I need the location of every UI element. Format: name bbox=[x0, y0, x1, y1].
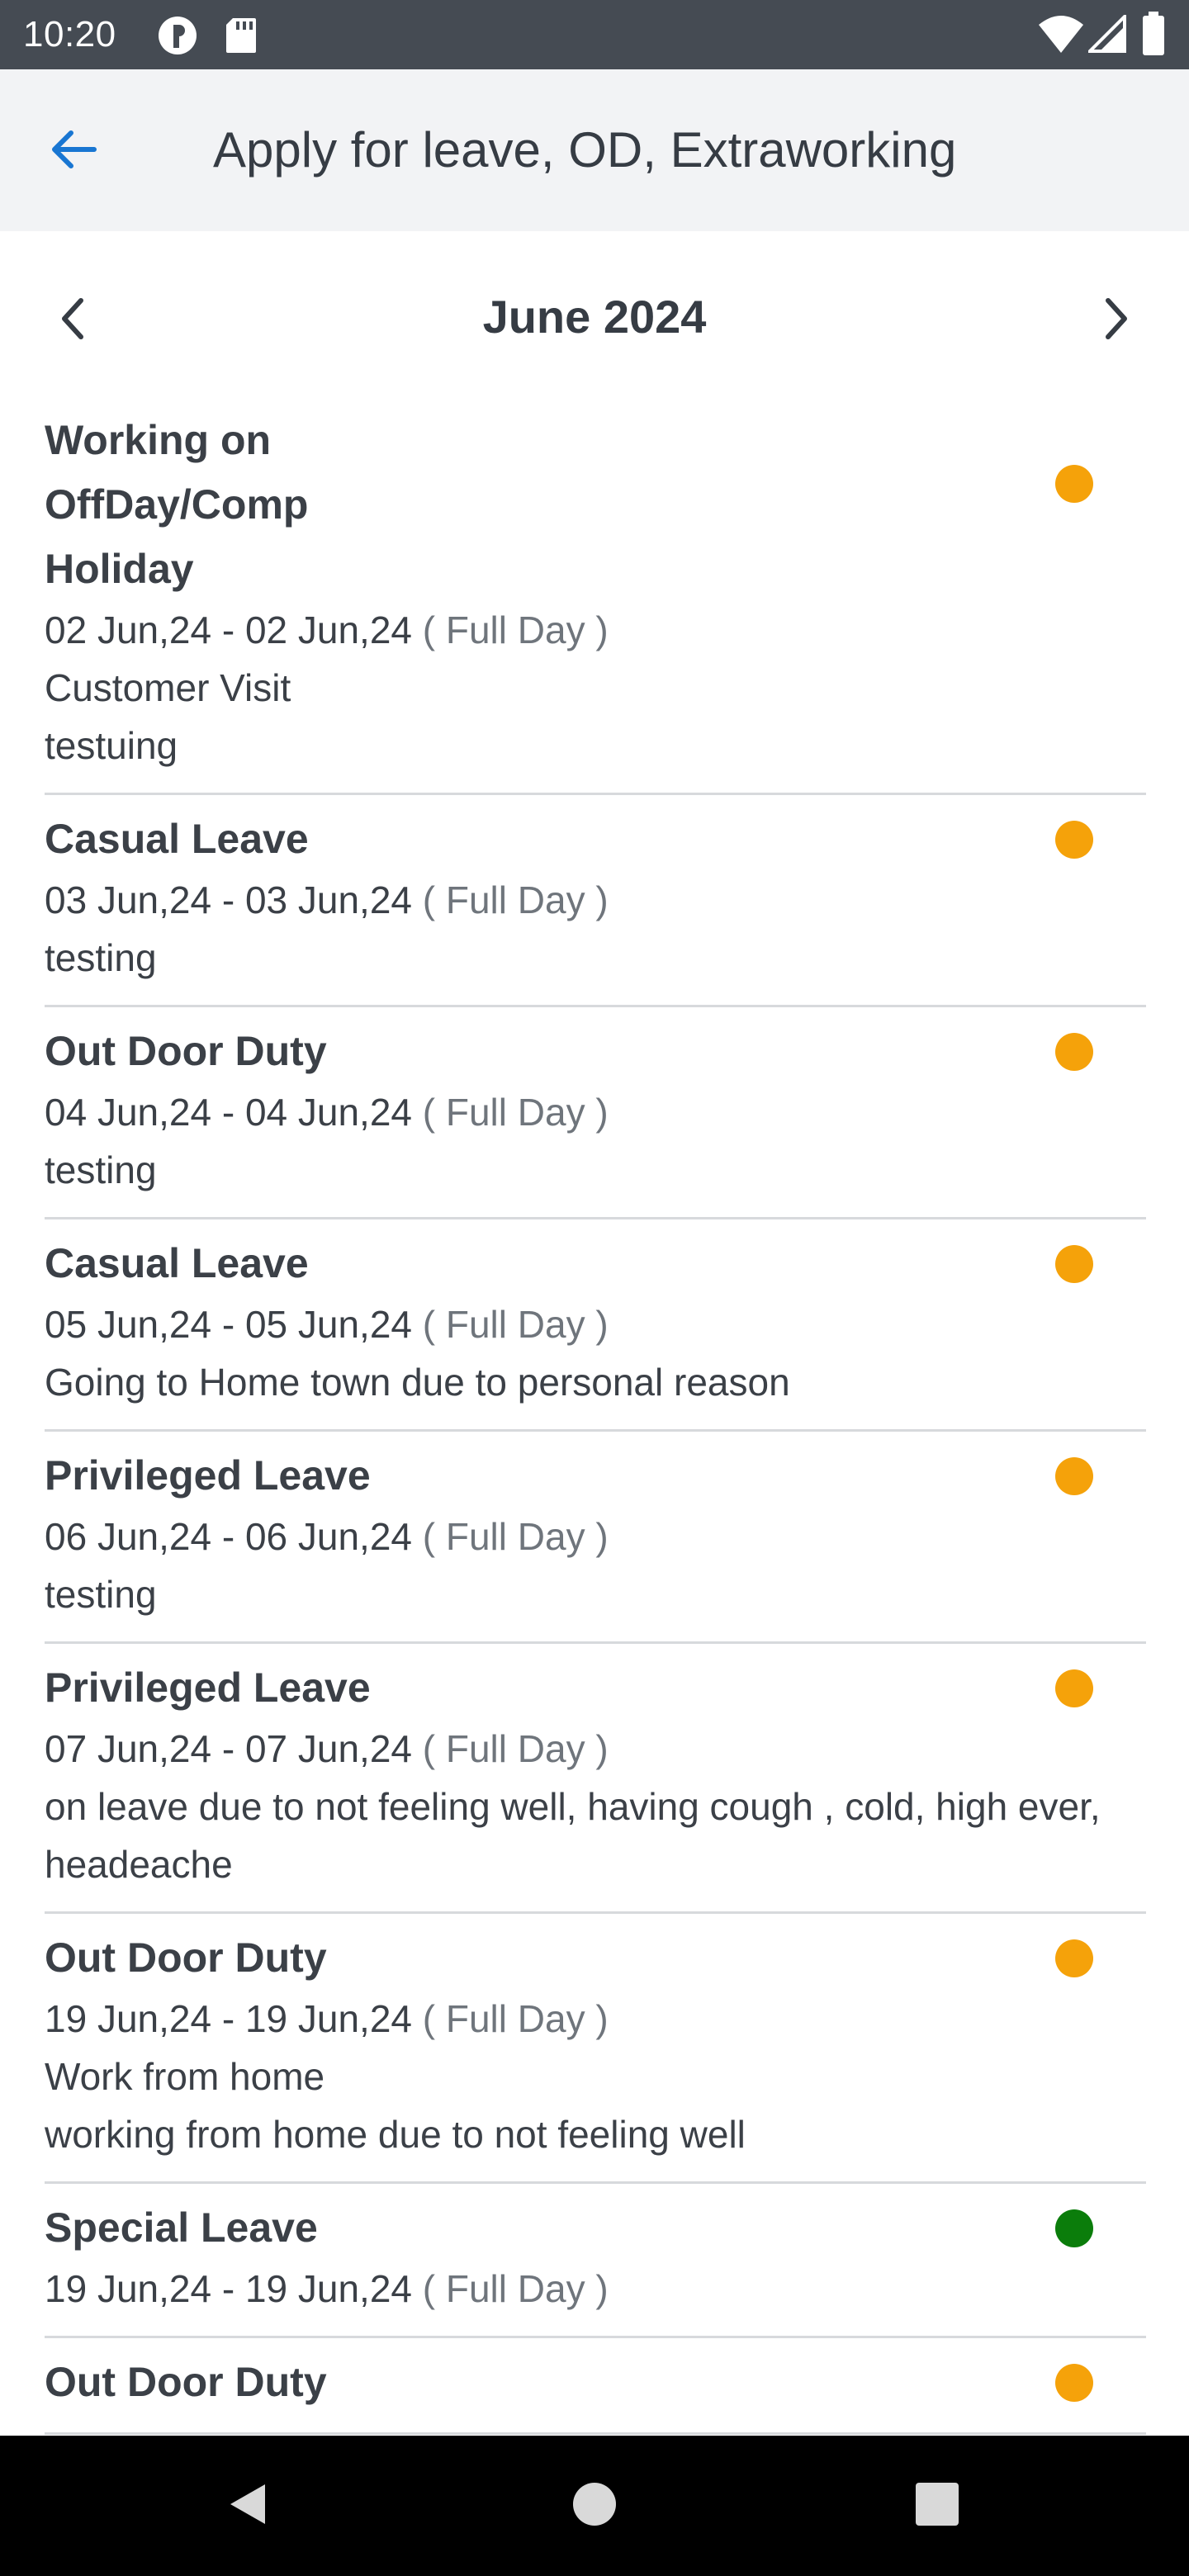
leave-request-item[interactable]: Out Door Duty bbox=[45, 2338, 1146, 2435]
leave-reason: testuing bbox=[45, 724, 178, 767]
leave-date-range-row: 06 Jun,24 - 06 Jun,24 ( Full Day ) bbox=[45, 1508, 1146, 1565]
leave-request-item[interactable]: Casual Leave 05 Jun,24 - 05 Jun,24 ( Full… bbox=[45, 1219, 1146, 1432]
status-indicator-dot bbox=[1055, 821, 1093, 859]
app-notification-icon bbox=[157, 15, 198, 60]
next-month-button[interactable] bbox=[1077, 281, 1156, 360]
arrow-left-icon bbox=[48, 129, 97, 174]
leave-reason: testing bbox=[45, 936, 157, 979]
leave-reason: Customer Visit bbox=[45, 666, 291, 709]
system-home-button[interactable] bbox=[557, 2469, 632, 2543]
status-indicator-dot bbox=[1055, 1669, 1093, 1707]
leave-duration: ( Full Day ) bbox=[422, 1091, 609, 1134]
leave-duration: ( Full Day ) bbox=[422, 1997, 609, 2040]
leave-list: Working on OffDay/Comp Holiday 02 Jun,24 … bbox=[0, 396, 1189, 2436]
system-back-button[interactable] bbox=[211, 2469, 286, 2543]
leave-date-range-row: 04 Jun,24 - 04 Jun,24 ( Full Day ) bbox=[45, 1083, 1146, 1141]
leave-duration: ( Full Day ) bbox=[422, 1515, 609, 1558]
leave-reason: on leave due to not feeling well, having… bbox=[45, 1785, 1101, 1886]
leave-reason: testing bbox=[45, 1573, 157, 1616]
leave-request-item[interactable]: Privileged Leave 07 Jun,24 - 07 Jun,24 ( … bbox=[45, 1644, 1146, 1914]
leave-date-range: 07 Jun,24 - 07 Jun,24 bbox=[45, 1727, 412, 1770]
leave-duration: ( Full Day ) bbox=[422, 608, 609, 651]
status-indicator-dot bbox=[1055, 1457, 1093, 1495]
leave-date-range-row: 19 Jun,24 - 19 Jun,24 ( Full Day ) bbox=[45, 2260, 1146, 2318]
leave-type: Out Door Duty bbox=[45, 2359, 327, 2405]
status-indicator-dot bbox=[1055, 465, 1093, 503]
leave-reason: Going to Home town due to personal reaso… bbox=[45, 1361, 790, 1404]
leave-duration: ( Full Day ) bbox=[422, 1303, 609, 1346]
status-bar: 10:20 bbox=[0, 0, 1189, 69]
leave-reason: testing bbox=[45, 1148, 157, 1191]
leave-reason: Work from home bbox=[45, 2055, 325, 2098]
leave-date-range: 03 Jun,24 - 03 Jun,24 bbox=[45, 878, 412, 921]
leave-request-item[interactable]: Working on OffDay/Comp Holiday 02 Jun,24 … bbox=[45, 396, 1146, 795]
leave-type: Working on OffDay/Comp Holiday bbox=[45, 417, 309, 592]
leave-date-range: 19 Jun,24 - 19 Jun,24 bbox=[45, 1997, 412, 2040]
month-label: June 2024 bbox=[482, 291, 707, 343]
battery-icon bbox=[1141, 12, 1166, 60]
status-indicator-dot bbox=[1055, 2364, 1093, 2402]
status-indicator-dot bbox=[1055, 1939, 1093, 1977]
leave-date-range: 19 Jun,24 - 19 Jun,24 bbox=[45, 2267, 412, 2310]
back-button[interactable] bbox=[33, 106, 112, 197]
leave-date-range-row: 19 Jun,24 - 19 Jun,24 ( Full Day ) bbox=[45, 1990, 1146, 2048]
leave-request-item[interactable]: Casual Leave 03 Jun,24 - 03 Jun,24 ( Full… bbox=[45, 795, 1146, 1007]
leave-date-range-row: 02 Jun,24 - 02 Jun,24 ( Full Day ) bbox=[45, 601, 1146, 659]
leave-date-range: 05 Jun,24 - 05 Jun,24 bbox=[45, 1303, 412, 1346]
back-triangle-icon bbox=[224, 2479, 273, 2533]
leave-request-item[interactable]: Out Door Duty 04 Jun,24 - 04 Jun,24 ( Ful… bbox=[45, 1007, 1146, 1219]
status-indicator-dot bbox=[1055, 1033, 1093, 1071]
leave-type: Out Door Duty bbox=[45, 1028, 327, 1074]
home-circle-icon bbox=[571, 2481, 618, 2531]
leave-date-range-row: 05 Jun,24 - 05 Jun,24 ( Full Day ) bbox=[45, 1295, 1146, 1353]
leave-type: Special Leave bbox=[45, 2204, 318, 2251]
leave-type: Out Door Duty bbox=[45, 1934, 327, 1981]
chevron-right-icon bbox=[1100, 294, 1133, 348]
page-title: Apply for leave, OD, Extraworking bbox=[213, 122, 957, 178]
status-indicator-dot bbox=[1055, 1245, 1093, 1283]
leave-date-range: 04 Jun,24 - 04 Jun,24 bbox=[45, 1091, 412, 1134]
status-time: 10:20 bbox=[23, 14, 116, 54]
sd-card-icon bbox=[225, 17, 258, 59]
status-indicator-dot bbox=[1055, 2209, 1093, 2247]
leave-request-item[interactable]: Privileged Leave 06 Jun,24 - 06 Jun,24 ( … bbox=[45, 1432, 1146, 1644]
leave-reason: working from home due to not feeling wel… bbox=[45, 2113, 746, 2156]
previous-month-button[interactable] bbox=[33, 281, 112, 360]
leave-date-range: 02 Jun,24 - 02 Jun,24 bbox=[45, 608, 412, 651]
leave-type: Privileged Leave bbox=[45, 1452, 371, 1499]
signal-icon bbox=[1086, 12, 1126, 57]
leave-type: Casual Leave bbox=[45, 1240, 309, 1286]
leave-duration: ( Full Day ) bbox=[422, 2267, 609, 2310]
leave-duration: ( Full Day ) bbox=[422, 878, 609, 921]
system-navigation-bar bbox=[0, 2436, 1189, 2576]
wifi-icon bbox=[1037, 13, 1085, 59]
leave-duration: ( Full Day ) bbox=[422, 1727, 609, 1770]
leave-type: Privileged Leave bbox=[45, 1664, 371, 1711]
system-recents-button[interactable] bbox=[900, 2469, 974, 2543]
leave-date-range-row: 03 Jun,24 - 03 Jun,24 ( Full Day ) bbox=[45, 871, 1146, 929]
leave-request-item[interactable]: Out Door Duty 19 Jun,24 - 19 Jun,24 ( Ful… bbox=[45, 1914, 1146, 2184]
recents-square-icon bbox=[914, 2481, 960, 2531]
chevron-left-icon bbox=[56, 294, 89, 348]
leave-type: Casual Leave bbox=[45, 816, 309, 862]
leave-date-range-row: 07 Jun,24 - 07 Jun,24 ( Full Day ) bbox=[45, 1720, 1146, 1778]
leave-date-range: 06 Jun,24 - 06 Jun,24 bbox=[45, 1515, 412, 1558]
leave-request-item[interactable]: Special Leave 19 Jun,24 - 19 Jun,24 ( Ful… bbox=[45, 2184, 1146, 2338]
